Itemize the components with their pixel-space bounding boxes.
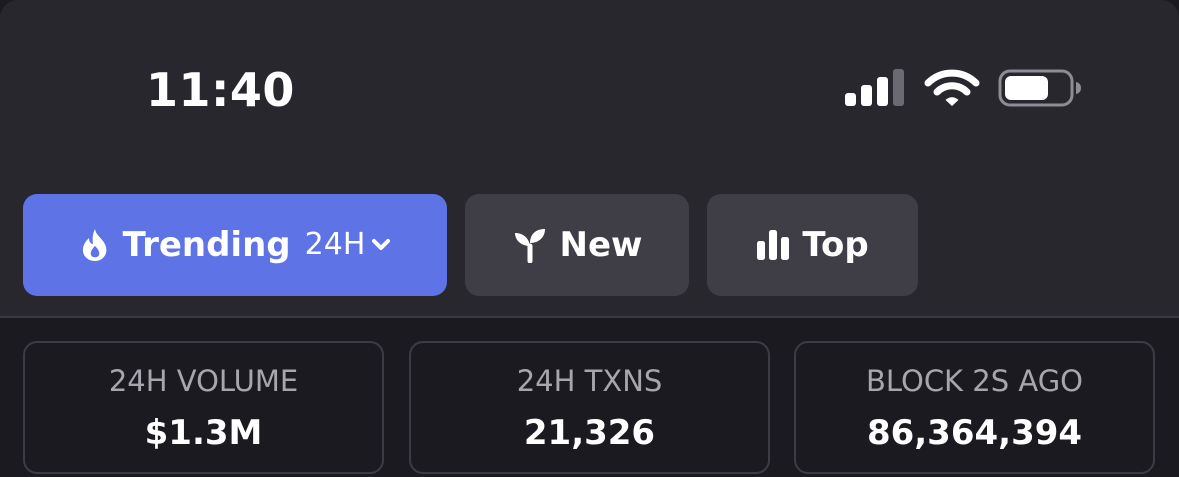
tab-new-label: New — [559, 225, 643, 265]
tab-top-label: Top — [802, 225, 869, 265]
tab-top[interactable]: Top — [707, 194, 918, 296]
stat-value: 86,364,394 — [866, 413, 1083, 453]
flame-icon — [82, 229, 106, 261]
tab-trending-label: Trending — [122, 225, 291, 265]
battery-icon — [998, 69, 1081, 107]
stat-card-txns: 24H TXNS 21,326 — [409, 341, 770, 474]
tab-new[interactable]: New — [465, 194, 689, 296]
stat-value: 21,326 — [523, 413, 656, 453]
stat-label: 24H VOLUME — [108, 364, 299, 398]
tab-trending[interactable]: Trending 24H — [23, 194, 447, 296]
stat-value: $1.3M — [144, 413, 263, 453]
stat-card-volume: 24H VOLUME $1.3M — [23, 341, 384, 474]
stat-card-block: BLOCK 2S AGO 86,364,394 — [794, 341, 1155, 474]
stat-label: 24H TXNS — [516, 364, 663, 398]
sprout-icon — [514, 229, 545, 263]
status-bar: 11:40 — [0, 0, 1179, 150]
status-time: 11:40 — [146, 63, 295, 117]
wifi-icon — [924, 69, 980, 106]
bar-chart-icon — [757, 230, 790, 260]
header-divider — [0, 316, 1179, 318]
timeframe-selector[interactable]: 24H — [305, 225, 366, 265]
stat-label: BLOCK 2S AGO — [865, 364, 1084, 398]
chevron-down-icon[interactable] — [371, 238, 391, 252]
screen: 11:40 Trending 24H New Top 24H VOLUME $1… — [0, 0, 1179, 477]
cellular-signal-icon — [845, 68, 907, 106]
